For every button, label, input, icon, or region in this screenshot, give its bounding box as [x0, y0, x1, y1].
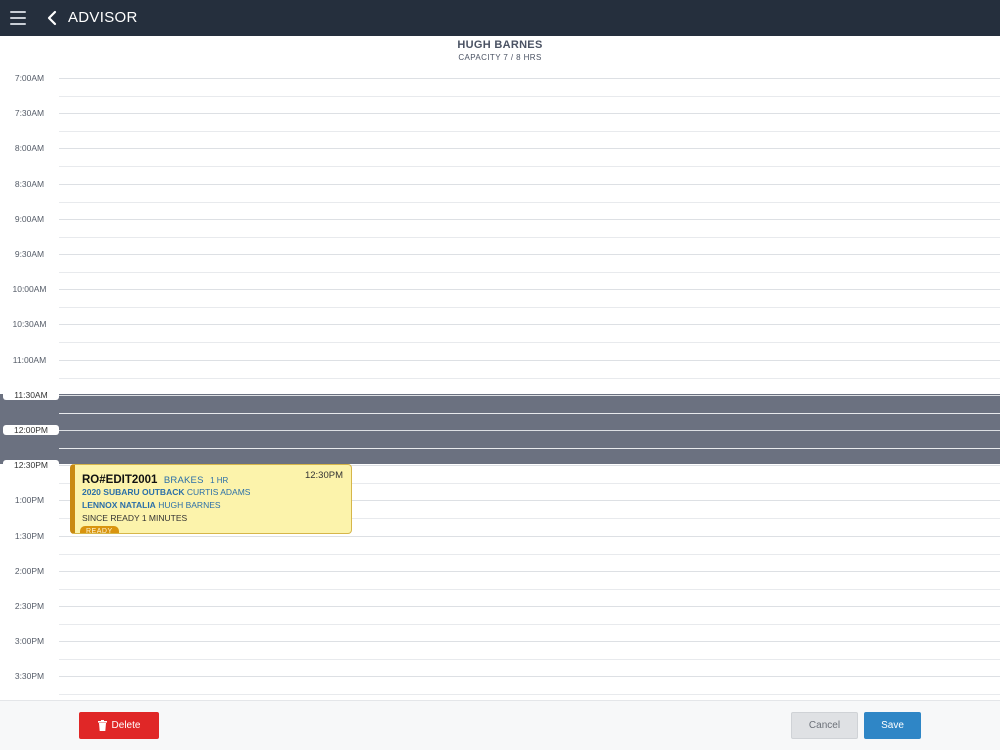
- time-label: 11:30AM: [3, 390, 59, 400]
- time-label: 8:30AM: [14, 179, 45, 189]
- customer-name: LENNOX NATALIA: [82, 500, 156, 510]
- time-slot-line: [59, 289, 1000, 290]
- half-slot-line: [59, 166, 1000, 167]
- chevron-left-icon[interactable]: [45, 10, 59, 26]
- cancel-button[interactable]: Cancel: [791, 712, 858, 739]
- time-slot-line: [59, 148, 1000, 149]
- action-footer: Delete Cancel Save: [0, 700, 1000, 750]
- appointment-card[interactable]: RO#EDIT2001 BRAKES 1 HR 12:30PM 2020 SUB…: [70, 464, 352, 534]
- time-slot-line: [59, 184, 1000, 185]
- time-label: 2:00PM: [14, 566, 45, 576]
- since-ready-text: SINCE READY 1 MINUTES: [82, 513, 188, 523]
- half-slot-line: [59, 202, 1000, 203]
- half-slot-line: [59, 307, 1000, 308]
- time-slot-line: [59, 606, 1000, 607]
- time-label: 10:00AM: [12, 284, 47, 294]
- half-slot-line: [59, 272, 1000, 273]
- service-type: BRAKES: [163, 475, 204, 486]
- top-nav-bar: ADVISOR: [0, 0, 1000, 36]
- vehicle-name: 2020 SUBARU OUTBACK: [82, 487, 185, 497]
- customer-row: LENNOX NATALIA HUGH BARNES: [82, 500, 221, 510]
- time-slot-line: [59, 324, 1000, 325]
- time-label: 3:30PM: [14, 671, 45, 681]
- delete-button[interactable]: Delete: [79, 712, 159, 739]
- vehicle-owner: CURTIS ADAMS: [186, 487, 251, 497]
- half-slot-line: [59, 237, 1000, 238]
- trash-icon: [97, 720, 107, 731]
- half-slot-line: [59, 448, 1000, 449]
- time-label: 1:00PM: [14, 495, 45, 505]
- half-slot-line: [59, 554, 1000, 555]
- time-label: 2:30PM: [14, 601, 45, 611]
- time-slot-line: [59, 536, 1000, 537]
- assigned-advisor: HUGH BARNES: [158, 500, 221, 510]
- advisor-header: HUGH BARNES CAPACITY 7 / 8 HRS: [0, 36, 1000, 68]
- time-label: 1:30PM: [14, 531, 45, 541]
- time-label: 12:00PM: [3, 425, 59, 435]
- time-label: 7:30AM: [14, 108, 45, 118]
- time-slot-line: [59, 254, 1000, 255]
- vehicle-row: 2020 SUBARU OUTBACK CURTIS ADAMS: [82, 487, 250, 497]
- status-badge: READY: [80, 526, 119, 533]
- half-slot-line: [59, 342, 1000, 343]
- half-slot-line: [59, 413, 1000, 414]
- time-label: 11:00AM: [12, 355, 47, 365]
- half-slot-line: [59, 694, 1000, 695]
- half-slot-line: [59, 624, 1000, 625]
- time-slot-line: [59, 395, 1000, 396]
- time-slot-line: [59, 78, 1000, 79]
- half-slot-line: [59, 131, 1000, 132]
- time-slot-line: [59, 360, 1000, 361]
- appointment-title-row: RO#EDIT2001 BRAKES 1 HR 12:30PM: [82, 470, 343, 486]
- time-label: 7:00AM: [14, 73, 45, 83]
- save-button[interactable]: Save: [864, 712, 921, 739]
- time-label: 8:00AM: [14, 143, 45, 153]
- schedule-grid: 7:00AM 7:30AM 8:00AM 8:30AM 9:00AM 9:30AM 10:0…: [0, 0, 1000, 700]
- time-label: 10:30AM: [12, 319, 47, 329]
- hamburger-menu-icon[interactable]: [10, 11, 26, 25]
- time-slot-line: [59, 641, 1000, 642]
- page-title: ADVISOR: [68, 9, 138, 26]
- ro-number: RO#EDIT2001: [82, 474, 158, 486]
- time-slot-line: [59, 676, 1000, 677]
- delete-button-label: Delete: [111, 720, 141, 731]
- half-slot-line: [59, 378, 1000, 379]
- half-slot-line: [59, 96, 1000, 97]
- time-slot-line: [59, 113, 1000, 114]
- half-slot-line: [59, 589, 1000, 590]
- capacity-label: CAPACITY 7 / 8 HRS: [458, 53, 542, 62]
- time-slot-line: [59, 219, 1000, 220]
- time-label: 3:00PM: [14, 636, 45, 646]
- time-slot-line: [59, 571, 1000, 572]
- time-label: 9:30AM: [14, 249, 45, 259]
- time-label: 9:00AM: [14, 214, 45, 224]
- time-label: 12:30PM: [3, 460, 59, 470]
- blocked-time-block: [0, 394, 1000, 464]
- half-slot-line: [59, 659, 1000, 660]
- appointment-time: 12:30PM: [304, 470, 343, 481]
- advisor-name: HUGH BARNES: [457, 39, 543, 51]
- time-slot-line: [59, 430, 1000, 431]
- service-duration: 1 HR: [210, 476, 229, 485]
